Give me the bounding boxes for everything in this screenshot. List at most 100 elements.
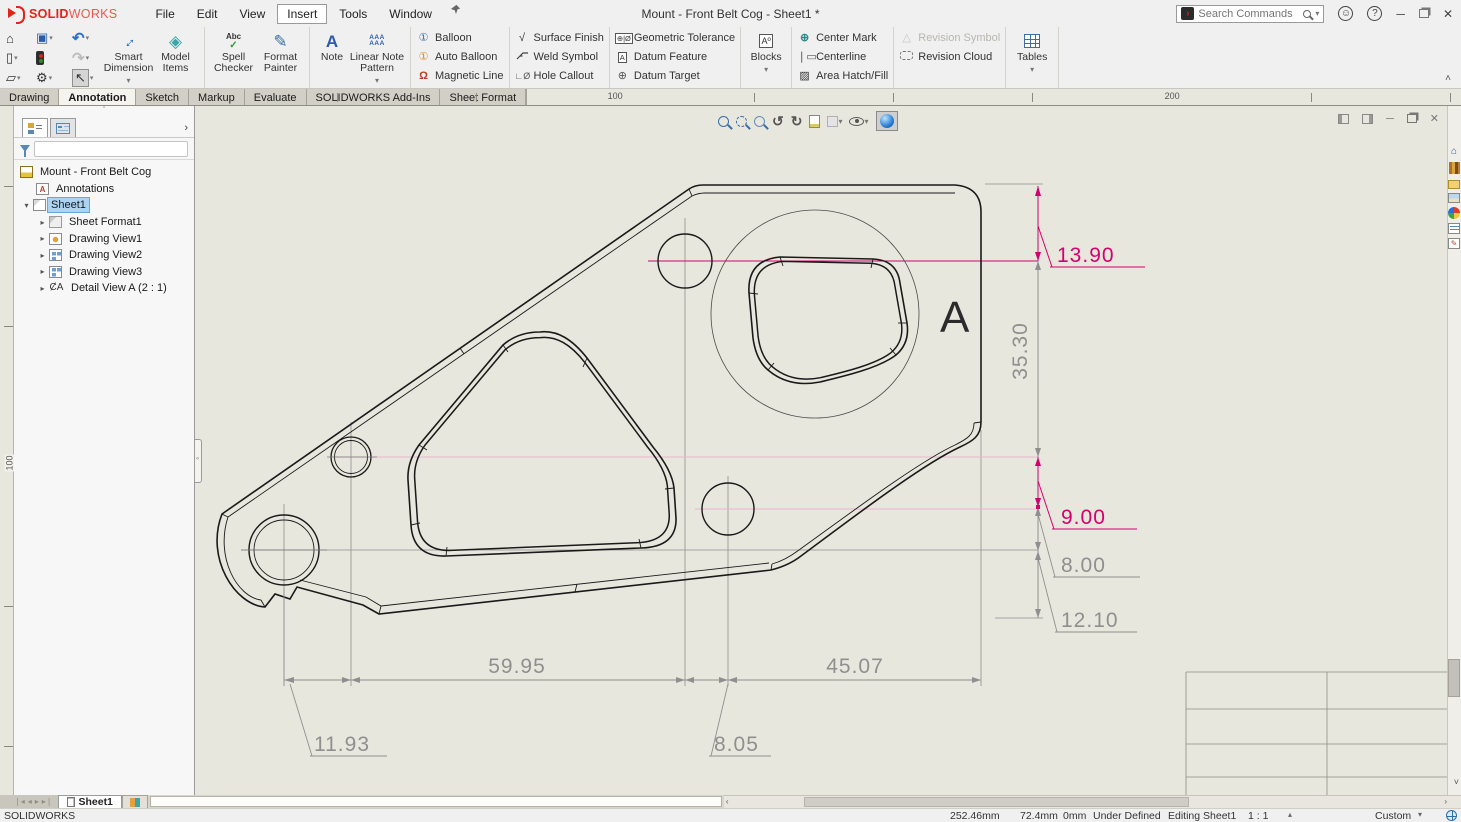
detail-circle-a[interactable] bbox=[710, 209, 920, 419]
area-hatch-fill-button[interactable]: ▨ Area Hatch/Fill bbox=[797, 67, 888, 84]
centerline-button[interactable]: ❘▭ Centerline bbox=[797, 48, 888, 65]
graphics-area[interactable]: 13.90 35.30 9.00 8.00 12.10 59.95 45.07 … bbox=[195, 106, 1447, 795]
custom-properties-icon[interactable] bbox=[1448, 223, 1460, 234]
undo-icon[interactable]: ↶ bbox=[72, 29, 85, 47]
expand-arrow-icon[interactable]: ▸ bbox=[36, 251, 49, 260]
prev-sheet-icon[interactable]: ◂ bbox=[28, 797, 32, 806]
close-button[interactable]: ✕ bbox=[1443, 7, 1453, 21]
pane-left-icon[interactable] bbox=[1337, 113, 1349, 124]
scale-dropdown-icon[interactable]: ▴ bbox=[1288, 810, 1292, 819]
center-mark-button[interactable]: ⊕ Center Mark bbox=[797, 29, 888, 46]
menu-file[interactable]: File bbox=[145, 4, 184, 24]
panel-expand-icon[interactable]: › bbox=[184, 122, 188, 134]
user-account-icon[interactable]: ☺ bbox=[1338, 6, 1354, 21]
display-style-icon[interactable]: ▾ bbox=[827, 115, 842, 127]
tab-annotation[interactable]: Annotation bbox=[59, 89, 137, 105]
vertical-dimension-chain[interactable]: 13.90 35.30 9.00 8.00 12.10 bbox=[1009, 186, 1145, 633]
feature-tree-tab[interactable] bbox=[22, 118, 48, 137]
magnetic-line-button[interactable]: Ω Magnetic Line bbox=[416, 67, 503, 84]
tree-item-sheet1[interactable]: ▾ Sheet1 bbox=[20, 197, 194, 214]
tab-drawing[interactable]: Drawing bbox=[0, 89, 60, 105]
search-input[interactable] bbox=[1198, 7, 1300, 20]
help-icon[interactable]: ? bbox=[1367, 6, 1383, 21]
blocks-dropdown-icon[interactable]: ▾ bbox=[764, 64, 768, 75]
appearances-icon[interactable] bbox=[1448, 207, 1460, 219]
dim-11-93[interactable]: 11.93 bbox=[289, 683, 387, 757]
select-tool-button[interactable]: ↖ bbox=[72, 69, 89, 87]
holes[interactable] bbox=[241, 233, 755, 586]
units-dropdown-icon[interactable]: ▾ bbox=[1418, 810, 1422, 819]
horizontal-scrollbar-thumb[interactable] bbox=[803, 797, 1189, 807]
search-commands-box[interactable]: › ▾ bbox=[1176, 4, 1325, 23]
datum-target-button[interactable]: ⊕ Datum Target bbox=[615, 67, 735, 84]
tables-button[interactable]: Tables ▾ bbox=[1011, 29, 1053, 88]
dim-13-90[interactable]: 13.90 bbox=[1037, 225, 1145, 268]
weld-symbol-button[interactable]: Weld Symbol bbox=[515, 48, 604, 65]
drawing-sheet[interactable]: 13.90 35.30 9.00 8.00 12.10 59.95 45.07 … bbox=[195, 106, 1447, 795]
scroll-right-icon[interactable]: › bbox=[1444, 797, 1447, 806]
doc-close-icon[interactable]: ✕ bbox=[1430, 112, 1439, 125]
minimize-button[interactable]: ─ bbox=[1396, 7, 1405, 21]
doc-restore-icon[interactable] bbox=[1406, 114, 1417, 123]
scroll-down-icon[interactable]: ˅ bbox=[1454, 777, 1459, 787]
view-palette-icon[interactable] bbox=[1448, 193, 1460, 203]
redo-dropdown-icon[interactable]: ▾ bbox=[86, 54, 90, 62]
rotate-view-icon[interactable]: ↺ bbox=[772, 113, 784, 130]
property-manager-tab[interactable] bbox=[50, 118, 76, 137]
home-taskpane-icon[interactable]: ⌂ bbox=[1448, 146, 1460, 158]
menu-insert[interactable]: Insert bbox=[277, 3, 328, 24]
linear-note-dropdown-icon[interactable]: ▾ bbox=[375, 75, 379, 86]
select-dropdown-icon[interactable]: ▾ bbox=[90, 74, 94, 82]
dim-35-30[interactable]: 35.30 bbox=[1009, 322, 1032, 380]
tab-sketch[interactable]: Sketch bbox=[136, 89, 190, 105]
last-sheet-icon[interactable]: ▸❘ bbox=[42, 797, 53, 806]
tree-item-drawing-view2[interactable]: ▸ Drawing View2 bbox=[20, 247, 194, 264]
pane-right-icon[interactable] bbox=[1361, 113, 1373, 124]
panel-splitter-tab[interactable] bbox=[195, 439, 202, 483]
status-sheet-scale[interactable]: 1 : 1 bbox=[1248, 810, 1268, 822]
expand-arrow-icon[interactable]: ▸ bbox=[36, 218, 49, 227]
detail-cutout[interactable] bbox=[748, 256, 909, 385]
sheet1-tab[interactable]: Sheet1 bbox=[58, 795, 122, 808]
add-sheet-tab[interactable] bbox=[121, 795, 148, 808]
redo-view-icon[interactable]: ↻ bbox=[791, 113, 803, 130]
save-icon[interactable]: ▣ bbox=[36, 30, 48, 46]
scroll-left-icon[interactable]: ‹ bbox=[726, 797, 729, 806]
geometric-tolerance-button[interactable]: ⊕|Ø Geometric Tolerance bbox=[614, 29, 735, 46]
smart-dimension-dropdown-icon[interactable]: ▾ bbox=[126, 75, 130, 86]
tab-addins[interactable]: SOLIDWORKS Add-Ins bbox=[306, 89, 441, 105]
publish-dropdown-icon[interactable]: ▾ bbox=[17, 74, 21, 82]
balloon-button[interactable]: ① Balloon bbox=[416, 29, 504, 46]
blocks-button[interactable]: Aº Blocks ▾ bbox=[746, 29, 786, 88]
auto-balloon-button[interactable]: ① Auto Balloon bbox=[416, 48, 504, 65]
detail-view-label[interactable]: A bbox=[940, 293, 970, 342]
dim-9-00[interactable]: 9.00 bbox=[1037, 480, 1137, 530]
redo-icon[interactable]: ↷ bbox=[72, 49, 85, 67]
tree-item-sheet-format1[interactable]: ▸ Sheet Format1 bbox=[20, 214, 194, 231]
zoom-in-out-icon[interactable] bbox=[754, 115, 765, 127]
sheet-properties-icon[interactable] bbox=[809, 114, 821, 128]
ribbon-collapse-icon[interactable]: ˄ bbox=[1445, 73, 1451, 84]
home-icon[interactable]: ⌂ bbox=[6, 31, 14, 46]
revision-cloud-button[interactable]: Revision Cloud bbox=[899, 48, 1000, 65]
datum-feature-button[interactable]: A Datum Feature bbox=[615, 48, 735, 65]
tab-markup[interactable]: Markup bbox=[189, 89, 245, 105]
tree-item-detail-view-a[interactable]: ▸ ȻA Detail View A (2 : 1) bbox=[20, 280, 194, 297]
pin-menu-icon[interactable] bbox=[450, 4, 461, 24]
dim-59-95[interactable]: 59.95 bbox=[488, 655, 546, 678]
options-dropdown-icon[interactable]: ▾ bbox=[49, 74, 53, 82]
expand-arrow-icon[interactable]: ▸ bbox=[36, 267, 49, 276]
status-units[interactable]: Custom bbox=[1375, 810, 1411, 822]
first-sheet-icon[interactable]: ❘◂ bbox=[14, 797, 25, 806]
restore-button[interactable] bbox=[1418, 9, 1429, 18]
tree-item-annotations[interactable]: A Annotations bbox=[20, 181, 194, 198]
tab-sheet-format[interactable]: Sheet Format bbox=[440, 89, 527, 105]
smart-dimension-button[interactable]: ↔ Smart Dimension ▾ bbox=[104, 29, 154, 88]
file-explorer-icon[interactable] bbox=[1448, 180, 1460, 189]
menu-tools[interactable]: Tools bbox=[329, 4, 377, 24]
doc-minimize-icon[interactable]: ─ bbox=[1386, 113, 1394, 125]
search-icon[interactable] bbox=[1303, 9, 1312, 18]
dim-8-05[interactable]: 8.05 bbox=[709, 683, 771, 757]
hide-show-items-icon[interactable]: ▾ bbox=[849, 116, 869, 126]
zoom-to-fit-icon[interactable] bbox=[718, 115, 729, 127]
